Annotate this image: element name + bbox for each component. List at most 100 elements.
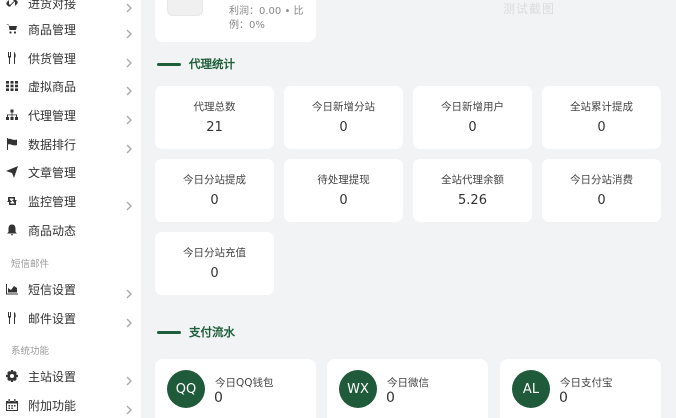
sidebar-item-label: 监控管理 xyxy=(28,194,77,209)
chevron-right-icon xyxy=(126,400,132,415)
chevron-right-icon xyxy=(126,110,132,125)
sidebar-item-label: 商品动态 xyxy=(28,223,77,238)
wx-badge: WX xyxy=(339,370,377,408)
stat-value: 0 xyxy=(597,193,606,208)
sidebar: 进货对接 商品管理 供货管理 虚拟商品 代理管理 数据排行 文章管理 监控管理 … xyxy=(0,0,141,418)
sidebar-item-extensions[interactable]: 附加功能 xyxy=(0,391,141,418)
chevron-right-icon xyxy=(126,284,132,299)
flag-icon xyxy=(6,138,18,150)
pay-value: 0 xyxy=(214,390,223,406)
sidebar-section-system: 系统功能 xyxy=(11,346,50,357)
stat-value: 0 xyxy=(339,193,348,208)
sidebar-item-products[interactable]: 商品管理 xyxy=(0,15,141,43)
cutlery-icon xyxy=(6,52,18,64)
sidebar-item-label: 文章管理 xyxy=(28,165,77,180)
stat-label: 全站累计提成 xyxy=(570,101,633,113)
stat-label: 今日新增用户 xyxy=(441,101,504,113)
stat-label: 今日新增分站 xyxy=(312,101,375,113)
stat-card-today-consumption: 今日分站消费 0 xyxy=(542,159,661,222)
sitemap-icon xyxy=(6,109,18,121)
retweet-icon xyxy=(6,195,18,207)
pay-label: 今日微信 xyxy=(387,377,429,389)
sidebar-item-agents[interactable]: 代理管理 xyxy=(0,101,141,129)
sidebar-item-label: 供货管理 xyxy=(28,51,77,66)
stat-card-today-commission: 今日分站提成 0 xyxy=(155,159,274,222)
section-title: 代理统计 xyxy=(189,57,235,71)
sidebar-item-supply[interactable]: 供货管理 xyxy=(0,44,141,72)
sidebar-item-label: 邮件设置 xyxy=(28,311,77,326)
stat-value: 0 xyxy=(468,120,477,135)
section-accent-bar xyxy=(157,62,181,66)
stat-label: 全站代理余额 xyxy=(441,174,504,186)
stat-value: 5.26 xyxy=(458,193,487,208)
sidebar-item-mail-settings[interactable]: 邮件设置 xyxy=(0,304,141,332)
chart-icon xyxy=(6,283,18,295)
profit-text: 利润：0.00 • 比 xyxy=(229,6,304,17)
stat-value: 0 xyxy=(210,266,219,281)
section-title: 支付流水 xyxy=(189,325,235,339)
main-content: 利润：0.00 • 比 例：0% 测试截图 代理统计 代理总数 21 今日新增分… xyxy=(141,0,676,418)
stat-card-total-commission: 全站累计提成 0 xyxy=(542,86,661,149)
section-agent-stats: 代理统计 xyxy=(157,56,235,72)
sidebar-item-product-updates[interactable]: 商品动态 xyxy=(0,216,141,244)
sidebar-item-label: 主站设置 xyxy=(28,369,77,384)
chevron-right-icon xyxy=(126,24,132,39)
stat-card-new-substations: 今日新增分站 0 xyxy=(284,86,403,149)
chevron-right-icon xyxy=(126,371,132,386)
section-payment-flow: 支付流水 xyxy=(157,324,235,340)
grid-icon xyxy=(6,80,18,92)
sidebar-item-virtual-goods[interactable]: 虚拟商品 xyxy=(0,72,141,100)
chevron-right-icon xyxy=(126,196,132,211)
bell-icon xyxy=(6,224,18,236)
stat-label: 今日分站充值 xyxy=(183,247,246,259)
sidebar-item-label: 附加功能 xyxy=(28,398,77,413)
sidebar-item-rankings[interactable]: 数据排行 xyxy=(0,130,141,158)
sidebar-item-label: 虚拟商品 xyxy=(28,79,77,94)
sidebar-item-label: 短信设置 xyxy=(28,282,77,297)
stat-value: 21 xyxy=(206,120,223,135)
sidebar-item-sms-settings[interactable]: 短信设置 xyxy=(0,275,141,303)
stat-label: 待处理提现 xyxy=(317,174,370,186)
stat-label: 今日分站消费 xyxy=(570,174,633,186)
pay-label: 今日QQ钱包 xyxy=(215,377,274,389)
stat-card-agent-total: 代理总数 21 xyxy=(155,86,274,149)
stat-value: 0 xyxy=(339,120,348,135)
pay-label: 今日支付宝 xyxy=(560,377,613,389)
stat-card-today-recharge: 今日分站充值 0 xyxy=(155,232,274,295)
chevron-right-icon xyxy=(126,81,132,96)
calendar-icon xyxy=(6,399,18,411)
section-accent-bar xyxy=(157,330,181,334)
stat-label: 代理总数 xyxy=(193,101,236,113)
stat-card-new-users: 今日新增用户 0 xyxy=(413,86,532,149)
watermark: 测试截图 xyxy=(503,2,556,16)
pay-value: 0 xyxy=(559,390,568,406)
chevron-right-icon xyxy=(126,313,132,328)
sidebar-item-articles[interactable]: 文章管理 xyxy=(0,158,141,186)
sidebar-item-label: 代理管理 xyxy=(28,108,77,123)
link-icon xyxy=(6,0,18,9)
stat-label: 今日分站提成 xyxy=(183,174,246,186)
pay-card-alipay: AL 今日支付宝 0 xyxy=(500,359,661,418)
pay-value: 0 xyxy=(386,390,395,406)
gear-icon xyxy=(6,370,18,382)
cutlery-icon xyxy=(6,312,18,324)
chevron-right-icon xyxy=(126,0,132,13)
stat-value: 0 xyxy=(597,120,606,135)
stat-card-agent-balance: 全站代理余额 5.26 xyxy=(413,159,532,222)
chevron-right-icon xyxy=(126,139,132,154)
stat-card-pending-withdrawals: 待处理提现 0 xyxy=(284,159,403,222)
sidebar-item-label: 商品管理 xyxy=(28,22,77,37)
sidebar-section-sms-mail: 短信邮件 xyxy=(11,259,50,270)
ratio-text: 例：0% xyxy=(229,20,265,31)
sidebar-item-label: 进货对接 xyxy=(28,0,77,11)
send-icon xyxy=(6,166,18,178)
al-badge: AL xyxy=(512,370,550,408)
sidebar-item-site-settings[interactable]: 主站设置 xyxy=(0,362,141,390)
cart-icon xyxy=(6,23,18,35)
stat-value: 0 xyxy=(210,193,219,208)
card-icon xyxy=(167,0,203,16)
pay-card-wechat: WX 今日微信 0 xyxy=(327,359,488,418)
pay-card-qq: QQ 今日QQ钱包 0 xyxy=(155,359,316,418)
sidebar-item-monitoring[interactable]: 监控管理 xyxy=(0,187,141,215)
chevron-right-icon xyxy=(126,53,132,68)
